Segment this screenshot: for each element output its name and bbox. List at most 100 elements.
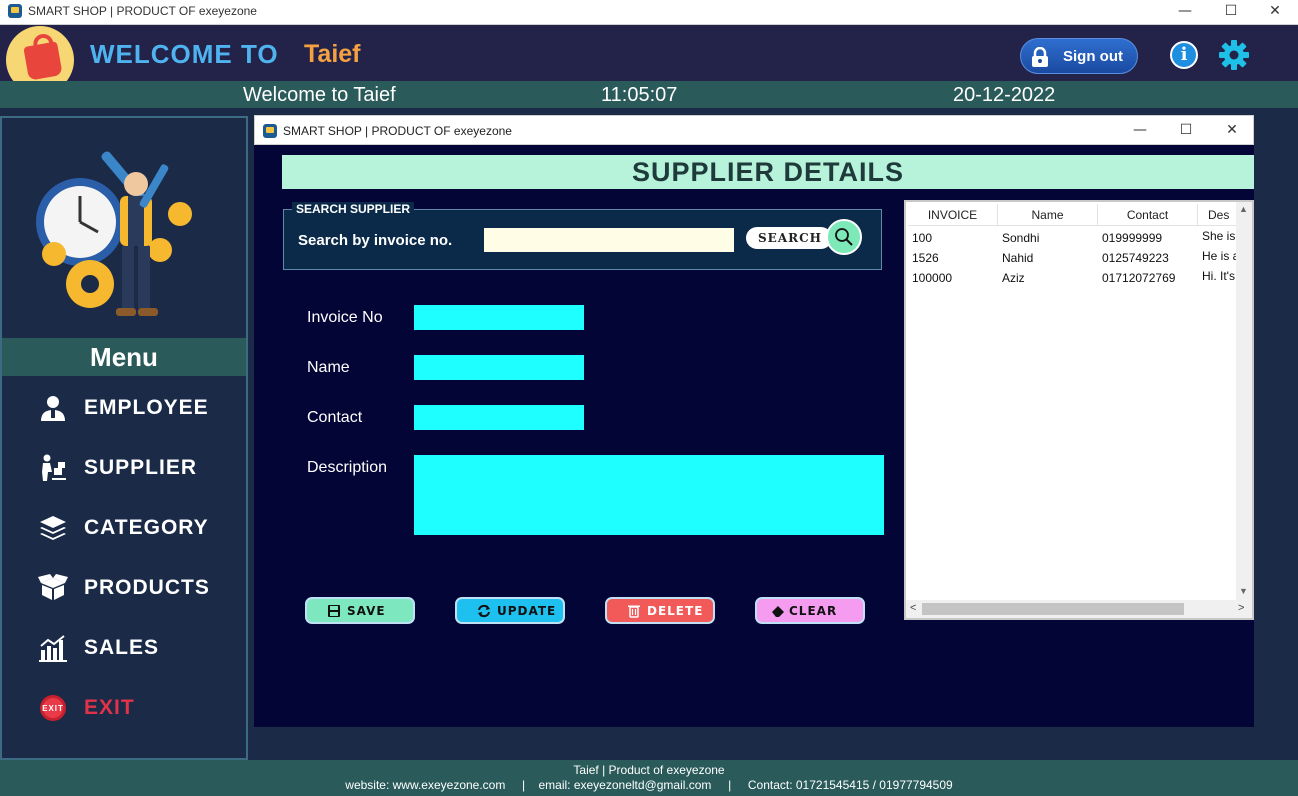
status-strip: Welcome to Taief 11:05:07 20-12-2022 — [0, 81, 1298, 108]
cell-description: He is a — [1202, 249, 1236, 263]
menu-item-exit[interactable]: EXIT EXIT — [38, 690, 238, 726]
table-row[interactable]: 1526 Nahid 0125749223 He is a — [908, 248, 1236, 268]
category-icon — [40, 516, 66, 540]
name-field[interactable] — [414, 355, 584, 380]
save-icon — [328, 605, 340, 617]
info-icon[interactable]: i — [1170, 41, 1198, 69]
menu-label-employee: EMPLOYEE — [84, 396, 209, 419]
child-maximize-button[interactable]: ☐ — [1163, 119, 1209, 145]
vertical-scrollbar[interactable]: ▲ ▼ — [1236, 202, 1252, 600]
menu-item-sales[interactable]: SALES — [38, 630, 238, 666]
menu-item-employee[interactable]: EMPLOYEE — [38, 390, 238, 426]
column-header-name[interactable]: Name — [998, 204, 1098, 226]
search-icon-button[interactable] — [826, 219, 862, 255]
invoice-field[interactable] — [414, 305, 584, 330]
products-icon — [38, 574, 68, 600]
cell-invoice: 1526 — [912, 251, 939, 265]
child-minimize-button[interactable]: — — [1117, 119, 1163, 145]
footer: Taief | Product of exeyezone website: ww… — [0, 760, 1298, 796]
update-label: UPDATE — [497, 604, 557, 618]
current-date: 20-12-2022 — [953, 84, 1056, 106]
window-app-icon — [263, 124, 277, 138]
delete-button[interactable]: DELETE — [605, 597, 715, 624]
menu-label-category: CATEGORY — [84, 516, 209, 539]
menu-title: Menu — [2, 338, 246, 376]
page-title: SUPPLIER DETAILS — [282, 155, 1254, 189]
menu-label-supplier: SUPPLIER — [84, 456, 198, 479]
lock-icon — [1032, 47, 1048, 67]
greeting-text: Welcome to Taief — [243, 84, 396, 106]
search-invoice-input[interactable] — [484, 228, 734, 252]
cell-name: Aziz — [1002, 271, 1025, 285]
update-button[interactable]: UPDATE — [455, 597, 565, 624]
menu-label-exit: EXIT — [84, 696, 135, 719]
cell-description: She is a — [1202, 229, 1236, 243]
cell-invoice: 100000 — [912, 271, 953, 285]
clear-label: CLEAR — [789, 604, 838, 618]
menu-item-supplier[interactable]: SUPPLIER — [38, 450, 238, 486]
minimize-button[interactable]: — — [1162, 0, 1208, 25]
scroll-thumb[interactable] — [922, 603, 1184, 615]
contact-label: Contact — [307, 409, 363, 426]
supplier-window-title: SMART SHOP | PRODUCT OF exeyezone — [283, 124, 512, 138]
menu-label-products: PRODUCTS — [84, 576, 210, 599]
header-username: Taief — [304, 40, 361, 68]
worker-illustration-icon — [36, 151, 192, 316]
table-row[interactable]: 100000 Aziz 01712072769 Hi. It's — [908, 268, 1236, 288]
supplier-window-titlebar: SMART SHOP | PRODUCT OF exeyezone — ☐ ✕ — [254, 115, 1254, 145]
signout-button[interactable]: Sign out — [1020, 38, 1138, 74]
gear-icon[interactable] — [1218, 39, 1250, 71]
header: WELCOME TO Taief Sign out i — [0, 25, 1298, 94]
column-header-invoice[interactable]: INVOICE — [908, 204, 998, 226]
menu-label-sales: SALES — [84, 636, 160, 659]
invoice-label: Invoice No — [307, 309, 383, 326]
scroll-right-icon[interactable]: > — [1238, 602, 1244, 614]
scroll-up-icon[interactable]: ▲ — [1239, 204, 1248, 214]
clock-time: 11:05:07 — [601, 84, 678, 106]
search-label: Search by invoice no. — [298, 232, 453, 249]
employee-icon — [41, 396, 65, 421]
search-group-legend: SEARCH SUPPLIER — [292, 202, 415, 216]
delete-label: DELETE — [647, 604, 704, 618]
name-label: Name — [307, 359, 350, 376]
trash-icon — [628, 605, 640, 618]
maximize-button[interactable]: ☐ — [1208, 0, 1254, 25]
column-header-description[interactable]: Des — [1198, 204, 1236, 226]
eraser-icon — [772, 606, 784, 617]
refresh-icon — [478, 604, 490, 618]
footer-contact: website: www.exeyezone.com | email: exey… — [345, 778, 953, 792]
search-supplier-group: SEARCH SUPPLIER Search by invoice no. SE… — [283, 202, 882, 270]
scroll-left-icon[interactable]: < — [910, 602, 916, 614]
description-field[interactable] — [414, 455, 884, 535]
supplier-table[interactable]: INVOICE Name Contact Des 100 Sondhi 0199… — [904, 200, 1254, 620]
menu-item-products[interactable]: PRODUCTS — [38, 570, 238, 606]
table-row[interactable]: 100 Sondhi 019999999 She is a — [908, 228, 1236, 248]
signout-label: Sign out — [1063, 48, 1123, 65]
footer-credit: Taief | Product of exeyezone — [573, 763, 725, 777]
app-icon — [8, 4, 22, 18]
supplier-icon — [42, 454, 66, 481]
horizontal-scrollbar[interactable]: < > — [906, 600, 1252, 618]
close-button[interactable]: ✕ — [1252, 0, 1298, 25]
cell-contact: 0125749223 — [1102, 251, 1169, 265]
cell-name: Nahid — [1002, 251, 1034, 265]
svg-text:EXIT: EXIT — [42, 704, 64, 713]
scroll-down-icon[interactable]: ▼ — [1239, 586, 1248, 596]
save-label: SAVE — [347, 604, 386, 618]
sidebar: Menu EMPLOYEE SUPPLIER CATEGORY PRODUCTS… — [0, 116, 248, 760]
clear-button[interactable]: CLEAR — [755, 597, 865, 624]
cell-invoice: 100 — [912, 231, 933, 245]
menu-item-category[interactable]: CATEGORY — [38, 510, 238, 546]
cell-contact: 01712072769 — [1102, 271, 1176, 285]
description-label: Description — [307, 459, 388, 476]
app-title: SMART SHOP | PRODUCT OF exeyezone — [28, 4, 257, 18]
save-button[interactable]: SAVE — [305, 597, 415, 624]
search-button[interactable]: SEARCH — [746, 227, 832, 249]
column-header-contact[interactable]: Contact — [1098, 204, 1198, 226]
sales-icon — [39, 635, 67, 662]
contact-field[interactable] — [414, 405, 584, 430]
search-icon — [835, 228, 853, 246]
cell-description: Hi. It's — [1202, 269, 1235, 283]
child-close-button[interactable]: ✕ — [1209, 119, 1255, 145]
table-header: INVOICE Name Contact Des — [908, 204, 1236, 226]
